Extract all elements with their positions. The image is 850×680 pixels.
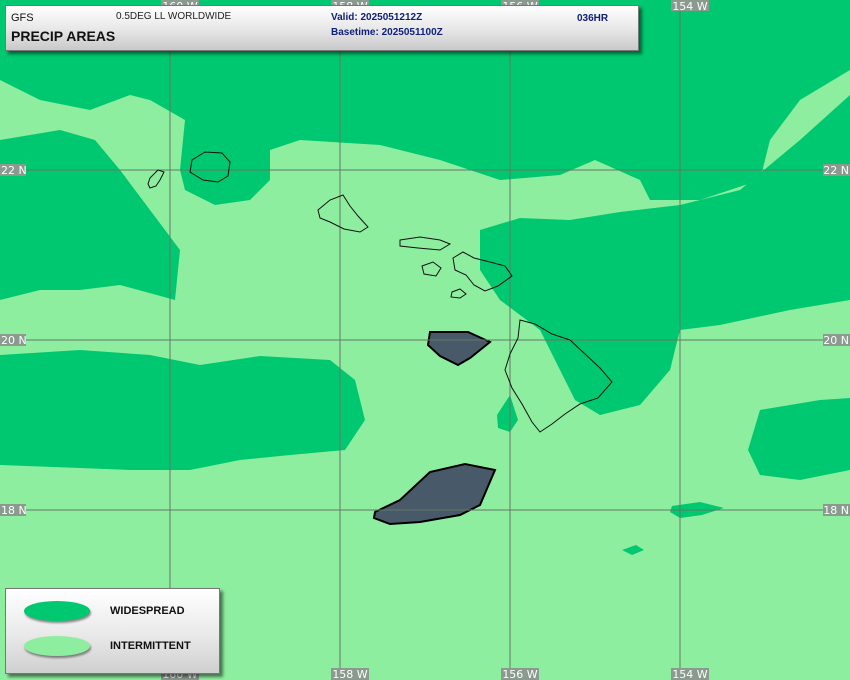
lat-label-left-2: 20 N — [1, 334, 27, 347]
base-time: Basetime: 2025051100Z — [331, 27, 443, 38]
lat-label-right-3: 18 N — [823, 504, 849, 517]
precip-map: 160 W 158 W 156 W 154 W 160 W 158 W 156 … — [0, 0, 850, 680]
legend-label-widespread: WIDESPREAD — [110, 605, 185, 617]
legend-swatch-widespread — [24, 601, 90, 621]
widespread-area-far-east — [748, 398, 850, 480]
grid-description: 0.5DEG LL WORLDWIDE — [116, 11, 232, 22]
legend-label-intermittent: INTERMITTENT — [110, 640, 191, 652]
lon-label-bottom-2: 158 W — [332, 668, 367, 680]
lat-label-right-2: 20 N — [823, 334, 849, 347]
valid-time: Valid: 2025051212Z — [331, 12, 423, 23]
product-header: GFS 0.5DEG LL WORLDWIDE PRECIP AREAS Val… — [5, 5, 639, 51]
lon-label-bottom-4: 154 W — [672, 668, 707, 680]
product-title: PRECIP AREAS — [11, 28, 116, 44]
lon-label-bottom-3: 156 W — [502, 668, 537, 680]
lon-label-top-4: 154 W — [672, 0, 707, 13]
model-name: GFS — [11, 12, 34, 24]
widespread-area-central — [0, 350, 365, 470]
lat-label-left-3: 18 N — [1, 504, 27, 517]
forecast-hour: 036HR — [577, 13, 609, 24]
lat-label-right-1: 22 N — [823, 164, 849, 177]
lat-label-left-1: 22 N — [1, 164, 27, 177]
legend-swatch-intermittent — [24, 636, 90, 656]
legend: WIDESPREAD INTERMITTENT — [5, 588, 220, 674]
